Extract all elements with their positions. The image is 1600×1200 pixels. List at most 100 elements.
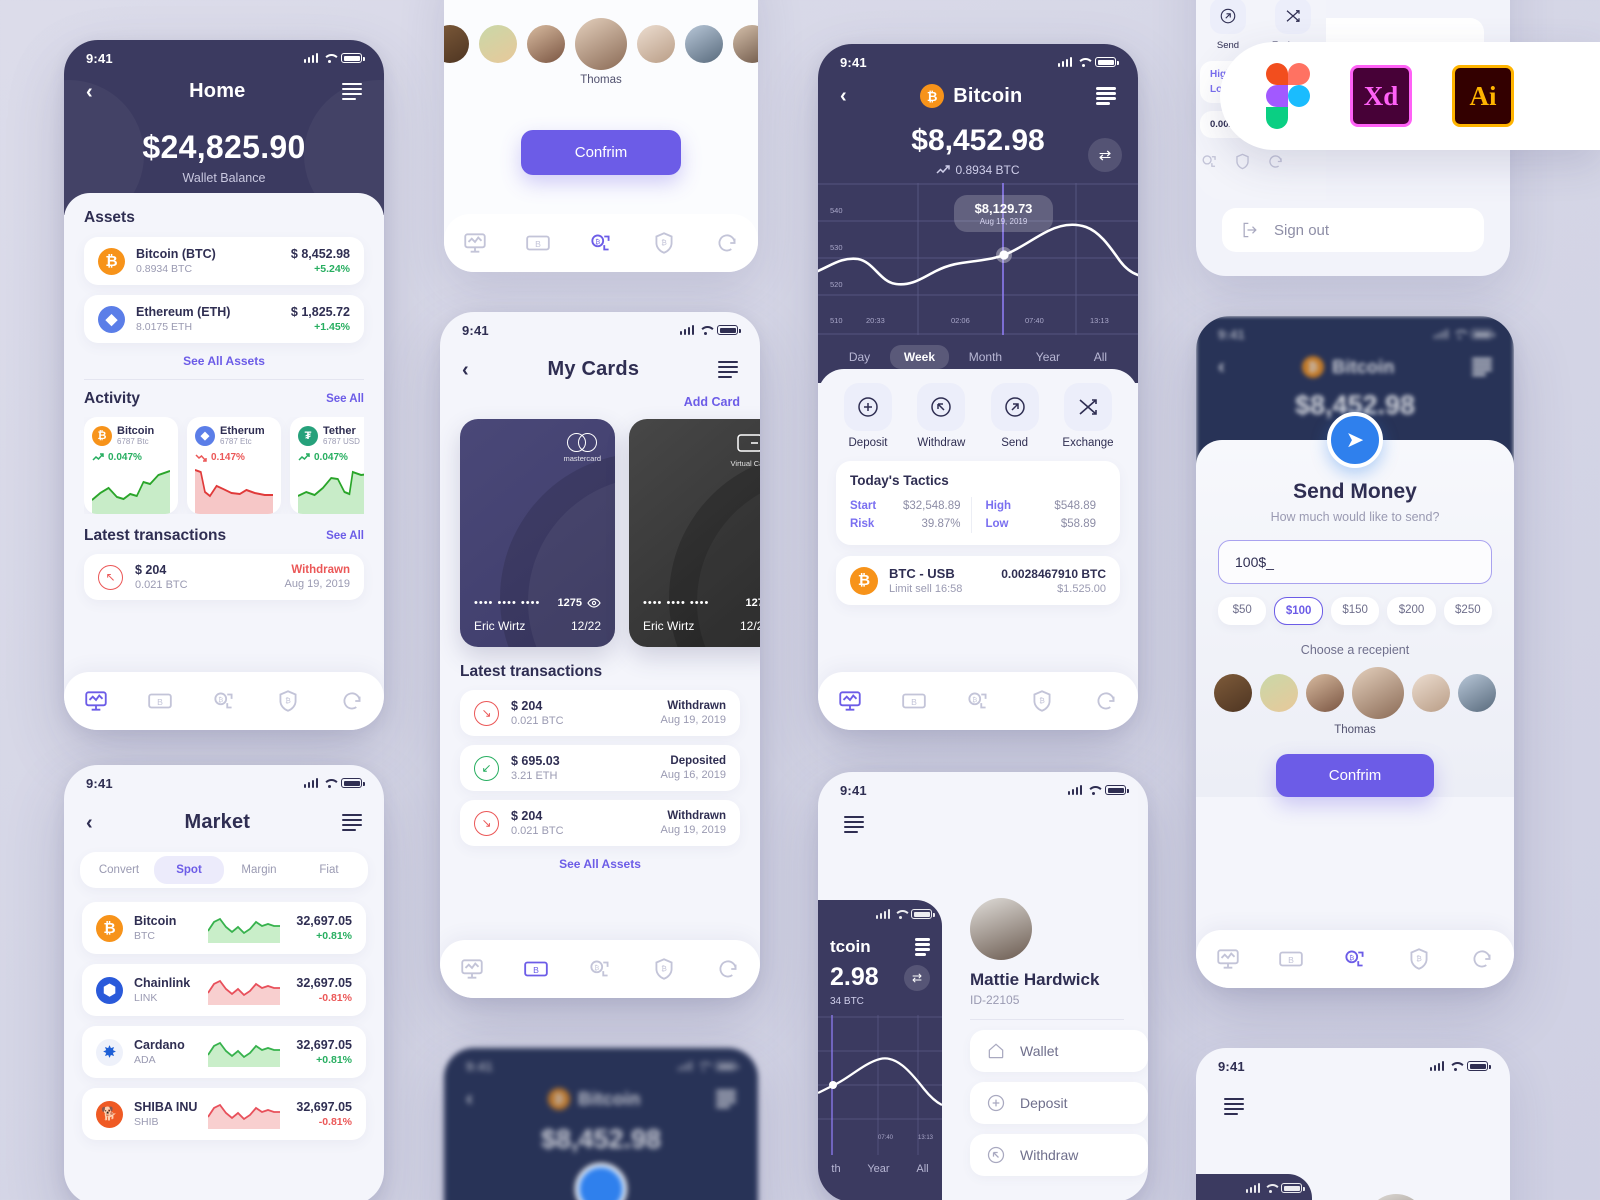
market-row[interactable]: ✸ Cardano ADA 32,697.05 +0.81% — [82, 1026, 366, 1078]
avatar[interactable] — [1412, 674, 1450, 712]
price-chart[interactable]: 540 530 520 510 20:33 02:06 07:40 13:13 … — [818, 183, 1138, 335]
asset-row[interactable]: ◆ Ethereum (ETH) 8.0175 ETH $ 1,825.72 +… — [84, 295, 364, 343]
see-all-activity-link[interactable]: See All — [326, 393, 364, 405]
chip-50[interactable]: $50 — [1218, 597, 1267, 625]
chip-100[interactable]: $100 — [1274, 597, 1323, 625]
recipient-list[interactable] — [1214, 667, 1496, 719]
menu-icon[interactable] — [715, 1090, 736, 1108]
cards-icon[interactable]: B — [525, 230, 551, 256]
menu-icon[interactable] — [718, 360, 738, 379]
back-icon[interactable]: ‹ — [462, 360, 469, 380]
back-icon[interactable]: ‹ — [1218, 357, 1225, 377]
avatar[interactable] — [637, 25, 675, 63]
avatar[interactable] — [970, 898, 1032, 960]
timeframe-year[interactable]: Year — [867, 1163, 889, 1175]
avatar[interactable] — [1306, 674, 1344, 712]
shield-icon[interactable]: ₿ — [1406, 946, 1432, 972]
exchange-icon[interactable]: ₿ — [587, 956, 613, 982]
timeframe-week[interactable]: Week — [889, 345, 950, 369]
avatar[interactable] — [527, 25, 565, 63]
avatar[interactable] — [685, 25, 723, 63]
settings-icon[interactable] — [714, 230, 740, 256]
swap-button[interactable]: ⇄ — [1088, 138, 1122, 172]
see-all-assets-link[interactable]: See All Assets — [460, 846, 740, 882]
back-icon[interactable]: ‹ — [840, 86, 847, 106]
exchange-icon[interactable]: ₿ — [965, 688, 991, 714]
back-icon[interactable]: ‹ — [466, 1089, 473, 1109]
eye-icon[interactable] — [587, 598, 601, 608]
asset-row[interactable]: ₿ Bitcoin (BTC) 0.8934 BTC $ 8,452.98 +5… — [84, 237, 364, 285]
settings-icon[interactable] — [339, 688, 365, 714]
menu-icon[interactable] — [1095, 87, 1116, 105]
avatar[interactable] — [1366, 1194, 1426, 1200]
profile-menu-withdraw[interactable]: Withdraw — [970, 1134, 1148, 1176]
chip-150[interactable]: $150 — [1330, 597, 1380, 625]
tab-fiat[interactable]: Fiat — [294, 856, 364, 884]
timeframe-month-partial[interactable]: th — [831, 1163, 840, 1175]
shield-icon[interactable]: ₿ — [1029, 688, 1055, 714]
dashboard-icon[interactable] — [462, 230, 488, 256]
credit-card[interactable]: mastercard •••• •••• •••• 1275 Eric Wirt… — [460, 419, 615, 647]
chip-250[interactable]: $250 — [1443, 597, 1492, 625]
action-withdraw[interactable]: Withdraw — [909, 383, 973, 449]
dashboard-icon[interactable] — [1215, 946, 1241, 972]
see-all-assets-link[interactable]: See All Assets — [84, 343, 364, 379]
exchange-icon[interactable] — [1200, 152, 1219, 171]
order-row[interactable]: ₿ BTC - USB Limit sell 16:58 0.002846791… — [836, 556, 1120, 605]
avatar-selected[interactable] — [1352, 667, 1404, 719]
profile-menu-deposit[interactable]: Deposit — [970, 1082, 1148, 1124]
swap-button[interactable]: ⇄ — [904, 964, 930, 991]
dashboard-icon[interactable] — [459, 956, 485, 982]
shield-icon[interactable]: ₿ — [275, 688, 301, 714]
shield-icon[interactable] — [1233, 152, 1252, 171]
avatar[interactable] — [1260, 674, 1298, 712]
confirm-button[interactable]: Confrim — [520, 130, 682, 175]
transaction-row[interactable]: ↘ $ 204 0.021 BTC Withdrawn Aug 19, 2019 — [460, 690, 740, 736]
shield-icon[interactable]: ₿ — [651, 956, 677, 982]
avatar-selected[interactable] — [575, 18, 627, 70]
shield-icon[interactable]: ₿ — [651, 230, 677, 256]
see-all-transactions-link[interactable]: See All — [326, 530, 364, 542]
menu-icon[interactable] — [844, 816, 864, 834]
activity-card[interactable]: ₿ Bitcoin 6787 Btc 0.047% — [84, 417, 178, 515]
menu-icon[interactable] — [1471, 358, 1492, 376]
avatar[interactable] — [733, 25, 758, 63]
cards-icon[interactable]: B — [1278, 946, 1304, 972]
timeframe-day[interactable]: Day — [835, 345, 884, 369]
dashboard-icon[interactable] — [83, 688, 109, 714]
avatar[interactable] — [444, 25, 469, 63]
back-icon[interactable]: ‹ — [86, 813, 93, 833]
menu-item-sign-out[interactable]: Sign out — [1222, 208, 1484, 252]
menu-icon[interactable] — [915, 938, 930, 956]
card-carousel[interactable]: mastercard •••• •••• •••• 1275 Eric Wirt… — [440, 409, 760, 647]
market-row[interactable]: ⬢ Chainlink LINK 32,697.05 -0.81% — [82, 964, 366, 1016]
chip-200[interactable]: $200 — [1387, 597, 1436, 625]
activity-strip[interactable]: ₿ Bitcoin 6787 Btc 0.047% ◆ Etherum 6787… — [84, 417, 364, 515]
exchange-icon[interactable]: ₿ — [588, 230, 614, 256]
timeframe-all[interactable]: All — [916, 1163, 928, 1175]
settings-icon[interactable] — [1266, 152, 1285, 171]
confirm-button[interactable]: Confrim — [1276, 754, 1434, 797]
exchange-icon[interactable]: ₿ — [211, 688, 237, 714]
timeframe-year[interactable]: Year — [1022, 345, 1074, 369]
market-row[interactable]: 🐕 SHIBA INU SHIB 32,697.05 -0.81% — [82, 1088, 366, 1140]
timeframe-month[interactable]: Month — [955, 345, 1016, 369]
market-row[interactable]: ₿ Bitcoin BTC 32,697.05 +0.81% — [82, 902, 366, 954]
menu-icon[interactable] — [341, 813, 362, 832]
settings-icon[interactable] — [1469, 946, 1495, 972]
timeframe-all[interactable]: All — [1080, 345, 1121, 369]
tab-convert[interactable]: Convert — [84, 856, 154, 884]
avatar[interactable] — [479, 25, 517, 63]
avatar[interactable] — [1214, 674, 1252, 712]
menu-icon[interactable] — [1224, 1098, 1244, 1116]
dashboard-icon[interactable] — [837, 688, 863, 714]
tab-margin[interactable]: Margin — [224, 856, 294, 884]
avatar[interactable] — [1458, 674, 1496, 712]
add-card-link[interactable]: Add Card — [440, 391, 760, 409]
profile-menu-wallet[interactable]: Wallet — [970, 1030, 1148, 1072]
tab-spot[interactable]: Spot — [154, 856, 224, 884]
cards-icon[interactable]: B — [523, 956, 549, 982]
credit-card[interactable]: Virtual Card •••• •••• •••• 1275 Eric Wi… — [629, 419, 760, 647]
activity-card[interactable]: ₮ Tether 6787 USD 0.047% — [290, 417, 364, 515]
action-deposit[interactable]: Deposit — [836, 383, 900, 449]
